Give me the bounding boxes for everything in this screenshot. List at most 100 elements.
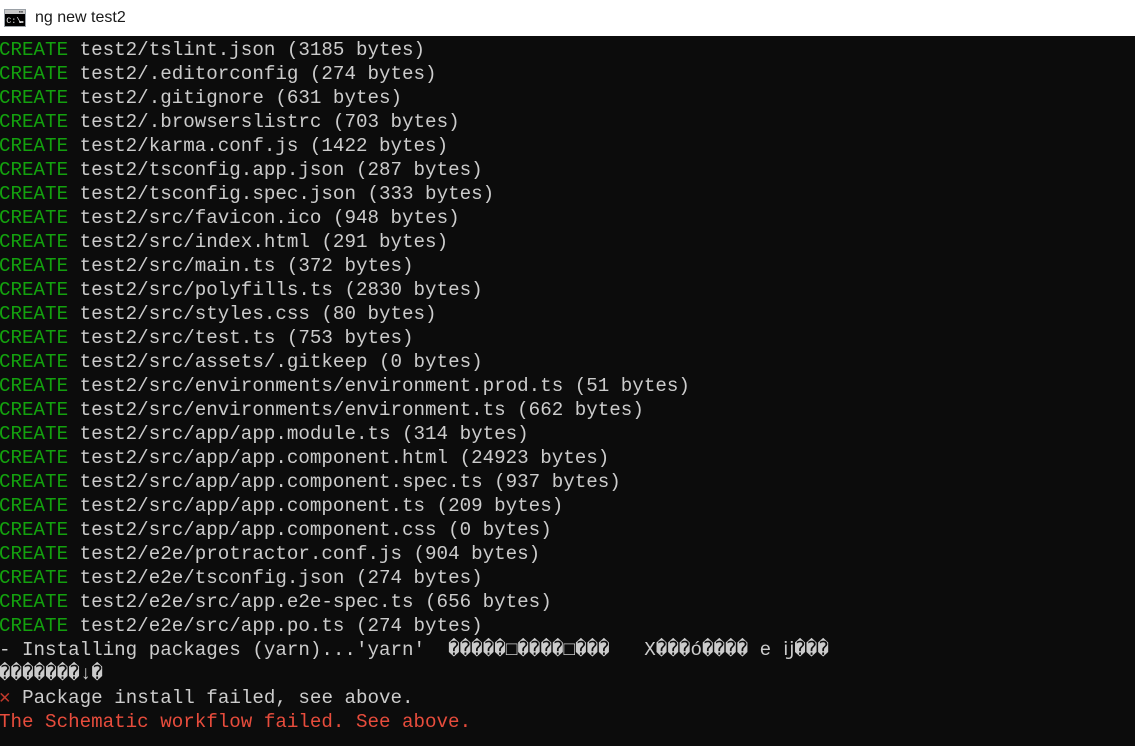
create-size-separator: [344, 159, 356, 181]
created-file-size: (753 bytes): [286, 327, 414, 349]
created-file-size: (274 bytes): [355, 615, 483, 637]
created-file-path: test2/tslint.json: [79, 39, 276, 61]
created-file-path: test2/.gitignore: [79, 87, 264, 109]
created-file-path: test2/.editorconfig: [79, 63, 299, 85]
created-file-path: test2/.browserslistrc: [79, 111, 322, 133]
create-file-line: CREATE test2/karma.conf.js (1422 bytes): [0, 134, 1135, 158]
create-file-line: CREATE test2/e2e/tsconfig.json (274 byte…: [0, 566, 1135, 590]
create-size-separator: [321, 207, 333, 229]
create-size-separator: [356, 183, 368, 205]
create-line-separator: [68, 135, 80, 157]
create-keyword: CREATE: [0, 567, 69, 589]
create-size-separator: [321, 111, 333, 133]
create-file-line: CREATE test2/src/app/app.component.html …: [0, 446, 1135, 470]
create-keyword: CREATE: [0, 111, 69, 133]
create-file-line: CREATE test2/e2e/protractor.conf.js (904…: [0, 542, 1135, 566]
create-keyword: CREATE: [0, 615, 69, 637]
terminal-output[interactable]: CREATE test2/tslint.json (3185 bytes) CRE…: [0, 36, 1135, 746]
create-file-line: CREATE test2/src/polyfills.ts (2830 byte…: [0, 278, 1135, 302]
create-file-line: CREATE test2/.gitignore (631 bytes): [0, 86, 1135, 110]
cmd-console-icon: C:\: [4, 8, 26, 28]
create-size-separator: [310, 303, 322, 325]
create-line-separator: [68, 615, 80, 637]
window-titlebar: C:\ ng new test2: [0, 0, 1135, 36]
create-size-separator: [275, 255, 287, 277]
create-keyword: CREATE: [0, 207, 69, 229]
create-file-line: CREATE test2/tslint.json (3185 bytes): [0, 38, 1135, 62]
create-keyword: CREATE: [0, 183, 69, 205]
package-failed-message: Package install failed, see above.: [22, 687, 414, 709]
create-file-line: CREATE test2/.browserslistrc (703 bytes): [0, 110, 1135, 134]
create-keyword: CREATE: [0, 447, 69, 469]
package-failed-separator: [11, 687, 23, 709]
create-keyword: CREATE: [0, 255, 69, 277]
create-line-separator: [68, 375, 80, 397]
created-file-size: (948 bytes): [332, 207, 460, 229]
create-size-separator: [414, 591, 426, 613]
create-size-separator: [563, 375, 575, 397]
create-size-separator: [506, 399, 518, 421]
create-size-separator: [310, 231, 322, 253]
create-line-separator: [68, 351, 80, 373]
create-line-separator: [68, 279, 80, 301]
create-size-separator: [333, 279, 345, 301]
create-size-separator: [483, 471, 495, 493]
create-line-separator: [68, 447, 80, 469]
create-keyword: CREATE: [0, 495, 69, 517]
create-line-separator: [68, 591, 80, 613]
package-install-failed-line: ✕ Package install failed, see above.: [0, 686, 1135, 710]
create-keyword: CREATE: [0, 471, 69, 493]
create-file-line: CREATE test2/src/favicon.ico (948 bytes): [0, 206, 1135, 230]
created-file-size: (2830 bytes): [344, 279, 483, 301]
created-file-path: test2/e2e/src/app.e2e-spec.ts: [79, 591, 414, 613]
create-size-separator: [344, 567, 356, 589]
window-title: ng new test2: [35, 9, 126, 26]
create-size-separator: [448, 447, 460, 469]
create-size-separator: [437, 519, 449, 541]
spinner-glyph: -: [0, 639, 11, 661]
created-file-path: test2/karma.conf.js: [79, 135, 299, 157]
create-line-separator: [68, 255, 80, 277]
create-size-separator: [391, 423, 403, 445]
create-file-line: CREATE test2/src/app/app.component.spec.…: [0, 470, 1135, 494]
create-size-separator: [344, 615, 356, 637]
create-line-separator: [68, 63, 80, 85]
created-file-path: test2/src/polyfills.ts: [79, 279, 333, 301]
created-file-path: test2/e2e/src/app.po.ts: [79, 615, 345, 637]
created-file-path: test2/src/environments/environment.ts: [79, 399, 506, 421]
create-keyword: CREATE: [0, 135, 69, 157]
schematic-workflow-failed-line: The Schematic workflow failed. See above…: [0, 710, 1135, 734]
created-file-size: (314 bytes): [402, 423, 529, 445]
create-keyword: CREATE: [0, 351, 69, 373]
created-file-path: test2/src/main.ts: [79, 255, 276, 277]
create-file-line: CREATE test2/tsconfig.app.json (287 byte…: [0, 158, 1135, 182]
create-line-separator: [68, 159, 80, 181]
create-line-separator: [68, 87, 80, 109]
installing-separator: [11, 639, 23, 661]
created-file-path: test2/src/app/app.component.css: [79, 519, 437, 541]
create-line-separator: [68, 567, 80, 589]
garbled-continuation-line: �������↓�: [0, 662, 1135, 686]
created-file-path: test2/src/app/app.component.ts: [79, 495, 426, 517]
create-line-separator: [68, 471, 80, 493]
created-file-size: (904 bytes): [413, 543, 541, 565]
create-file-line: CREATE test2/e2e/src/app.e2e-spec.ts (65…: [0, 590, 1135, 614]
create-keyword: CREATE: [0, 591, 69, 613]
created-file-path: test2/src/app/app.component.spec.ts: [79, 471, 483, 493]
created-file-path: test2/src/styles.css: [79, 303, 310, 325]
create-line-separator: [68, 519, 80, 541]
created-file-size: (274 bytes): [309, 63, 437, 85]
create-size-separator: [264, 87, 276, 109]
create-file-line: CREATE test2/src/assets/.gitkeep (0 byte…: [0, 350, 1135, 374]
created-file-path: test2/src/assets/.gitkeep: [79, 351, 368, 373]
created-file-size: (3185 bytes): [286, 39, 426, 61]
create-line-separator: [68, 207, 80, 229]
created-file-size: (51 bytes): [574, 375, 690, 397]
create-file-line: CREATE test2/src/styles.css (80 bytes): [0, 302, 1135, 326]
schematic-failed-message: The Schematic workflow failed. See above…: [0, 711, 472, 733]
create-keyword: CREATE: [0, 375, 69, 397]
create-keyword: CREATE: [0, 231, 69, 253]
created-file-size: (209 bytes): [436, 495, 564, 517]
create-file-line: CREATE test2/tsconfig.spec.json (333 byt…: [0, 182, 1135, 206]
create-size-separator: [298, 63, 310, 85]
